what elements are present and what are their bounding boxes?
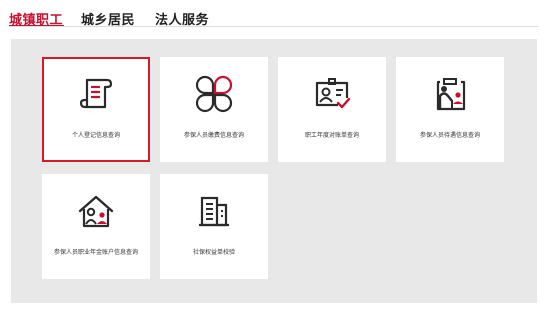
services-panel: 个人登记信息查询 参保人员缴费信息查询 职工年度对账单查询 参保人员待遇信息查询… — [11, 39, 537, 303]
service-card-occupational-annuity[interactable]: 参保人员职业年金账户信息查询 — [42, 174, 150, 279]
service-card-rights-verification[interactable]: 社保权益单校验 — [160, 174, 268, 279]
service-label: 社保权益单校验 — [192, 249, 235, 256]
service-label: 参保人员职业年金账户信息查询 — [53, 249, 138, 256]
service-card-benefit-info[interactable]: 参保人员待遇信息查询 — [396, 57, 504, 162]
id-card-check-icon — [315, 78, 351, 109]
four-petal-icon — [195, 75, 233, 113]
service-label: 职工年度对账单查询 — [304, 132, 359, 139]
service-label: 参保人员待遇信息查询 — [419, 132, 480, 139]
scroll-document-icon — [79, 78, 113, 109]
house-family-icon — [78, 195, 114, 228]
tab-divider — [9, 26, 539, 27]
tab-bar: 城镇职工 城乡居民 法人服务 — [0, 0, 547, 28]
service-card-contribution-info[interactable]: 参保人员缴费信息查询 — [160, 57, 268, 162]
service-label: 个人登记信息查询 — [71, 132, 120, 139]
service-card-personal-registration[interactable]: 个人登记信息查询 — [42, 57, 150, 162]
service-label: 参保人员缴费信息查询 — [183, 132, 244, 139]
elderly-person-clipboard-icon — [436, 78, 466, 111]
buildings-icon — [199, 196, 229, 227]
service-card-annual-statement[interactable]: 职工年度对账单查询 — [278, 57, 386, 162]
